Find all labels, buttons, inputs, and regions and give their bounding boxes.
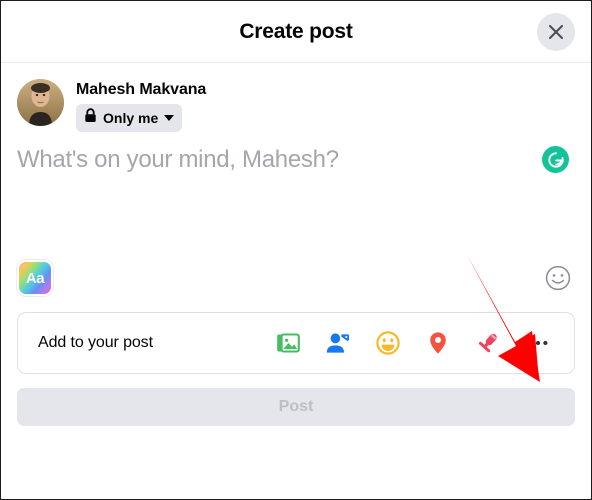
- dialog-header: Create post: [1, 1, 591, 62]
- post-text-area[interactable]: What's on your mind, Mahesh?: [1, 132, 591, 252]
- grammarly-icon[interactable]: [542, 146, 569, 173]
- post-button-wrap: Post: [1, 374, 591, 426]
- photo-video-icon: [275, 330, 301, 356]
- composer-user-row: Mahesh Makvana Only me: [1, 63, 591, 132]
- composer-user-meta: Mahesh Makvana Only me: [76, 79, 206, 132]
- check-in-location-button[interactable]: [420, 325, 456, 361]
- page-title: Create post: [239, 19, 353, 43]
- add-to-post-bar: Add to your post: [17, 312, 575, 374]
- avatar-photo-icon: [17, 79, 64, 126]
- more-options-button[interactable]: [520, 325, 556, 361]
- more-options-icon: [525, 330, 551, 356]
- photo-video-button[interactable]: [270, 325, 306, 361]
- tag-people-button[interactable]: [320, 325, 356, 361]
- text-background-icon[interactable]: Aa: [17, 260, 53, 296]
- live-video-icon: [475, 330, 501, 356]
- add-to-post-actions: [270, 325, 556, 361]
- live-video-button[interactable]: [470, 325, 506, 361]
- create-post-dialog: Create post Mahesh Makvana Only me What'…: [0, 0, 592, 500]
- user-name: Mahesh Makvana: [76, 81, 207, 98]
- close-button[interactable]: [537, 13, 575, 51]
- close-icon: [546, 22, 566, 42]
- avatar[interactable]: [17, 79, 64, 126]
- text-background-label: Aa: [25, 269, 45, 287]
- lock-icon: [84, 108, 97, 128]
- emoji-picker-button[interactable]: [543, 263, 573, 293]
- post-text-placeholder: What's on your mind, Mahesh?: [17, 146, 339, 173]
- composer-tools-row: Aa: [1, 252, 591, 304]
- smiley-face-icon: [544, 264, 572, 292]
- add-to-post-label: Add to your post: [38, 334, 153, 351]
- chevron-down-icon: [164, 115, 175, 121]
- post-button[interactable]: Post: [17, 388, 575, 426]
- privacy-selector[interactable]: Only me: [76, 104, 183, 132]
- tag-people-icon: [325, 330, 351, 356]
- check-in-location-icon: [425, 330, 451, 356]
- privacy-label: Only me: [103, 110, 159, 126]
- feeling-activity-button[interactable]: [370, 325, 406, 361]
- feeling-activity-icon: [375, 330, 401, 356]
